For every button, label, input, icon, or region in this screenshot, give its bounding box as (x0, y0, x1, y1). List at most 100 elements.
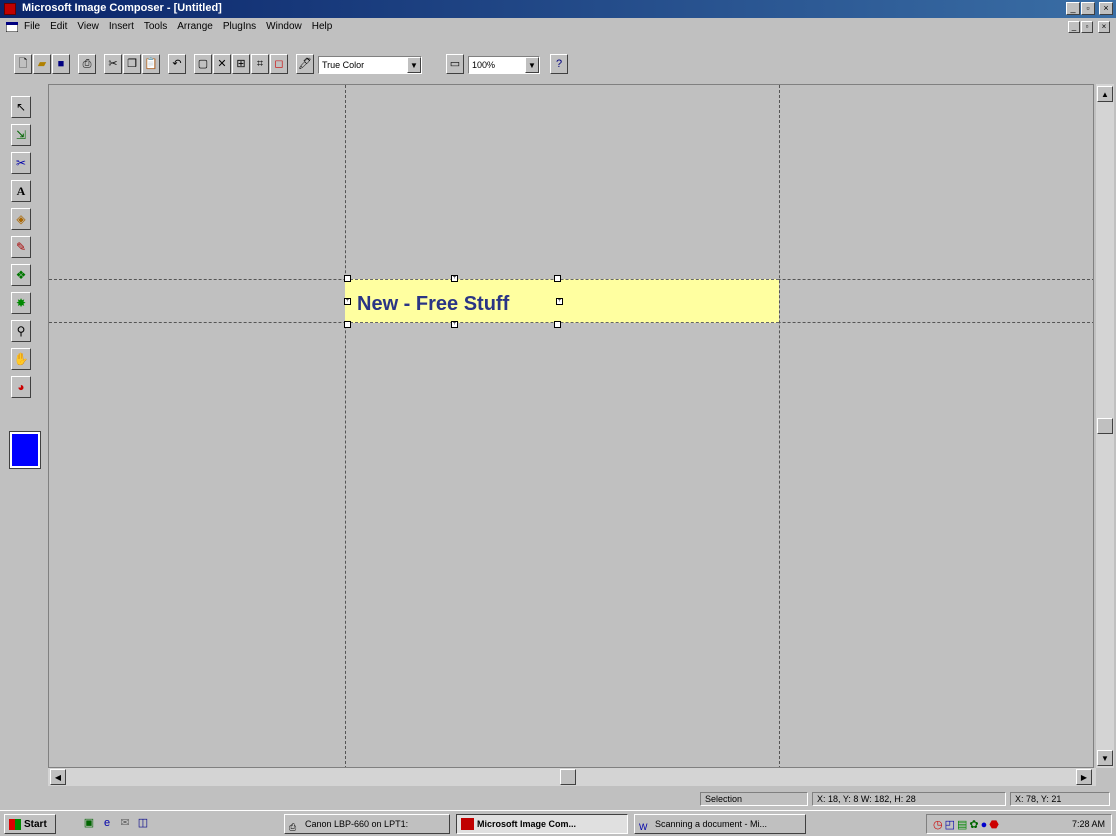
menu-window[interactable]: Window (266, 21, 302, 32)
scroll-up-button[interactable]: ▲ (1097, 86, 1113, 102)
internet-explorer-icon[interactable]: e (100, 816, 114, 830)
status-mode: Selection (700, 792, 808, 806)
help-button[interactable]: ? (550, 54, 568, 74)
resize-handle-nw[interactable] (344, 275, 351, 282)
menu-arrange[interactable]: Arrange (177, 21, 213, 32)
open-button[interactable]: ▰ (33, 54, 51, 74)
color-tuning-icon: ◕ (17, 380, 25, 394)
menu-tools[interactable]: Tools (144, 21, 167, 32)
color-format-value: True Color (322, 60, 365, 70)
resize-handle-e[interactable]: + (556, 298, 563, 305)
menu-file[interactable]: File (24, 21, 40, 32)
text-sprite[interactable]: New - Free Stuff (357, 293, 509, 316)
document-icon[interactable] (5, 21, 19, 33)
composition-guide-right (779, 85, 780, 767)
copy-icon: ❐ (127, 58, 137, 70)
tray-icon[interactable]: ◷ (933, 819, 945, 831)
texture-transfer-icon: ✸ (15, 296, 27, 310)
composition-workspace[interactable]: New - Free Stuff + + + + (48, 84, 1094, 768)
cut-button[interactable]: ✂ (104, 54, 122, 74)
pan-icon: ✋ (13, 352, 29, 366)
menu-insert[interactable]: Insert (109, 21, 134, 32)
undo-button[interactable]: ↶ (168, 54, 186, 74)
tray-icon[interactable]: ✿ (969, 819, 980, 831)
menu-help[interactable]: Help (312, 21, 333, 32)
menu-edit[interactable]: Edit (50, 21, 67, 32)
restore-button[interactable]: ▫ (1081, 2, 1095, 15)
task-image-composer[interactable]: Microsoft Image Com... (456, 814, 628, 834)
tool-zoom[interactable]: ⚲ (11, 320, 31, 342)
doc-close-button[interactable]: × (1098, 21, 1110, 33)
task-word-document[interactable]: W Scanning a document - Mi... (634, 814, 806, 834)
doc-minimize-button[interactable]: _ (1068, 21, 1080, 33)
horizontal-scroll-thumb[interactable] (560, 769, 576, 785)
tool-pan[interactable]: ✋ (11, 348, 31, 370)
zoom-dropdown[interactable]: 100% ▼ (468, 56, 540, 74)
color-format-dropdown[interactable]: True Color ▼ (318, 56, 422, 74)
tool-paint[interactable]: ✎ (11, 236, 31, 258)
tool-color-tuning[interactable]: ◕ (11, 376, 31, 398)
fit-button[interactable]: ◻ (270, 54, 288, 74)
start-button[interactable]: Start (4, 814, 56, 834)
app-icon[interactable] (4, 3, 16, 15)
chevron-down-icon[interactable]: ▼ (525, 57, 539, 73)
ungroup-button[interactable]: ⌗ (251, 54, 269, 74)
save-button[interactable]: ■ (52, 54, 70, 74)
tool-select[interactable]: ↖ (11, 96, 31, 118)
vertical-scroll-thumb[interactable] (1097, 418, 1113, 434)
tool-cutout[interactable]: ✂ (11, 152, 31, 174)
group-button[interactable]: ⊞ (232, 54, 250, 74)
rotate-handle-ne[interactable] (554, 275, 561, 282)
menu-bar: File Edit View Insert Tools Arrange Plug… (0, 18, 1116, 36)
chevron-down-icon[interactable]: ▼ (407, 57, 421, 73)
doc-restore-button[interactable]: ▫ (1081, 21, 1093, 33)
resize-handle-s[interactable]: + (451, 321, 458, 328)
tray-icon[interactable]: ▤ (957, 819, 969, 831)
menu-view[interactable]: View (77, 21, 99, 32)
resize-handle-sw[interactable] (344, 321, 351, 328)
tool-texture-transfer[interactable]: ✸ (11, 292, 31, 314)
resize-handle-n[interactable]: + (451, 275, 458, 282)
close-button[interactable]: × (1099, 2, 1113, 15)
current-color-swatch[interactable] (9, 431, 41, 469)
delete-button[interactable]: ✕ (213, 54, 231, 74)
print-button[interactable]: ⎙ (78, 54, 96, 74)
tray-icon[interactable]: ● (981, 819, 990, 831)
status-cursor-position: X: 78, Y: 21 (1010, 792, 1110, 806)
tray-icon[interactable]: ⬣ (989, 819, 1001, 831)
minimize-button[interactable]: _ (1066, 2, 1080, 15)
eyedropper-icon: 🖊 (298, 58, 312, 70)
scroll-right-button[interactable]: ▶ (1076, 769, 1092, 785)
copy-button[interactable]: ❐ (123, 54, 141, 74)
paste-button[interactable]: 📋 (142, 54, 160, 74)
resize-handle-se[interactable] (554, 321, 561, 328)
outlook-express-icon[interactable]: ✉ (118, 816, 132, 830)
task-label: Scanning a document - Mi... (655, 819, 768, 829)
vertical-scrollbar[interactable]: ▲ ▼ (1096, 84, 1114, 768)
menu-plugins[interactable]: PlugIns (223, 21, 256, 32)
zoom-fit-button[interactable]: ▭ (446, 54, 464, 74)
tool-text[interactable]: A (11, 180, 31, 202)
horizontal-scrollbar[interactable]: ◀ ▶ (48, 768, 1096, 786)
tool-arrange[interactable]: ⇲ (11, 124, 31, 146)
color-picker-button[interactable]: 🖊 (296, 54, 314, 74)
task-printer[interactable]: ⎙ Canon LBP-660 on LPT1: (284, 814, 450, 834)
tray-icons[interactable]: ◷◰▤✿●⬣ (933, 818, 1001, 831)
clock[interactable]: 7:28 AM (1072, 819, 1105, 829)
insert-image-button[interactable]: ▢ (194, 54, 212, 74)
scroll-down-button[interactable]: ▼ (1097, 750, 1113, 766)
scroll-left-button[interactable]: ◀ (50, 769, 66, 785)
channels-icon[interactable]: ◫ (136, 816, 150, 830)
tool-shapes[interactable]: ◈ (11, 208, 31, 230)
new-button[interactable]: 🗋 (14, 54, 32, 74)
show-desktop-icon[interactable]: ▣ (82, 816, 96, 830)
title-bar[interactable]: Microsoft Image Composer - [Untitled] _ … (0, 0, 1116, 18)
save-icon: ■ (57, 58, 65, 70)
group-icon: ⊞ (236, 58, 246, 70)
tool-effects[interactable]: ❖ (11, 264, 31, 286)
paint-icon: ✎ (15, 240, 27, 254)
resize-handle-w[interactable]: + (344, 298, 351, 305)
tray-icon[interactable]: ◰ (945, 819, 957, 831)
text-icon: A (16, 184, 26, 198)
zoom-value: 100% (472, 60, 496, 70)
